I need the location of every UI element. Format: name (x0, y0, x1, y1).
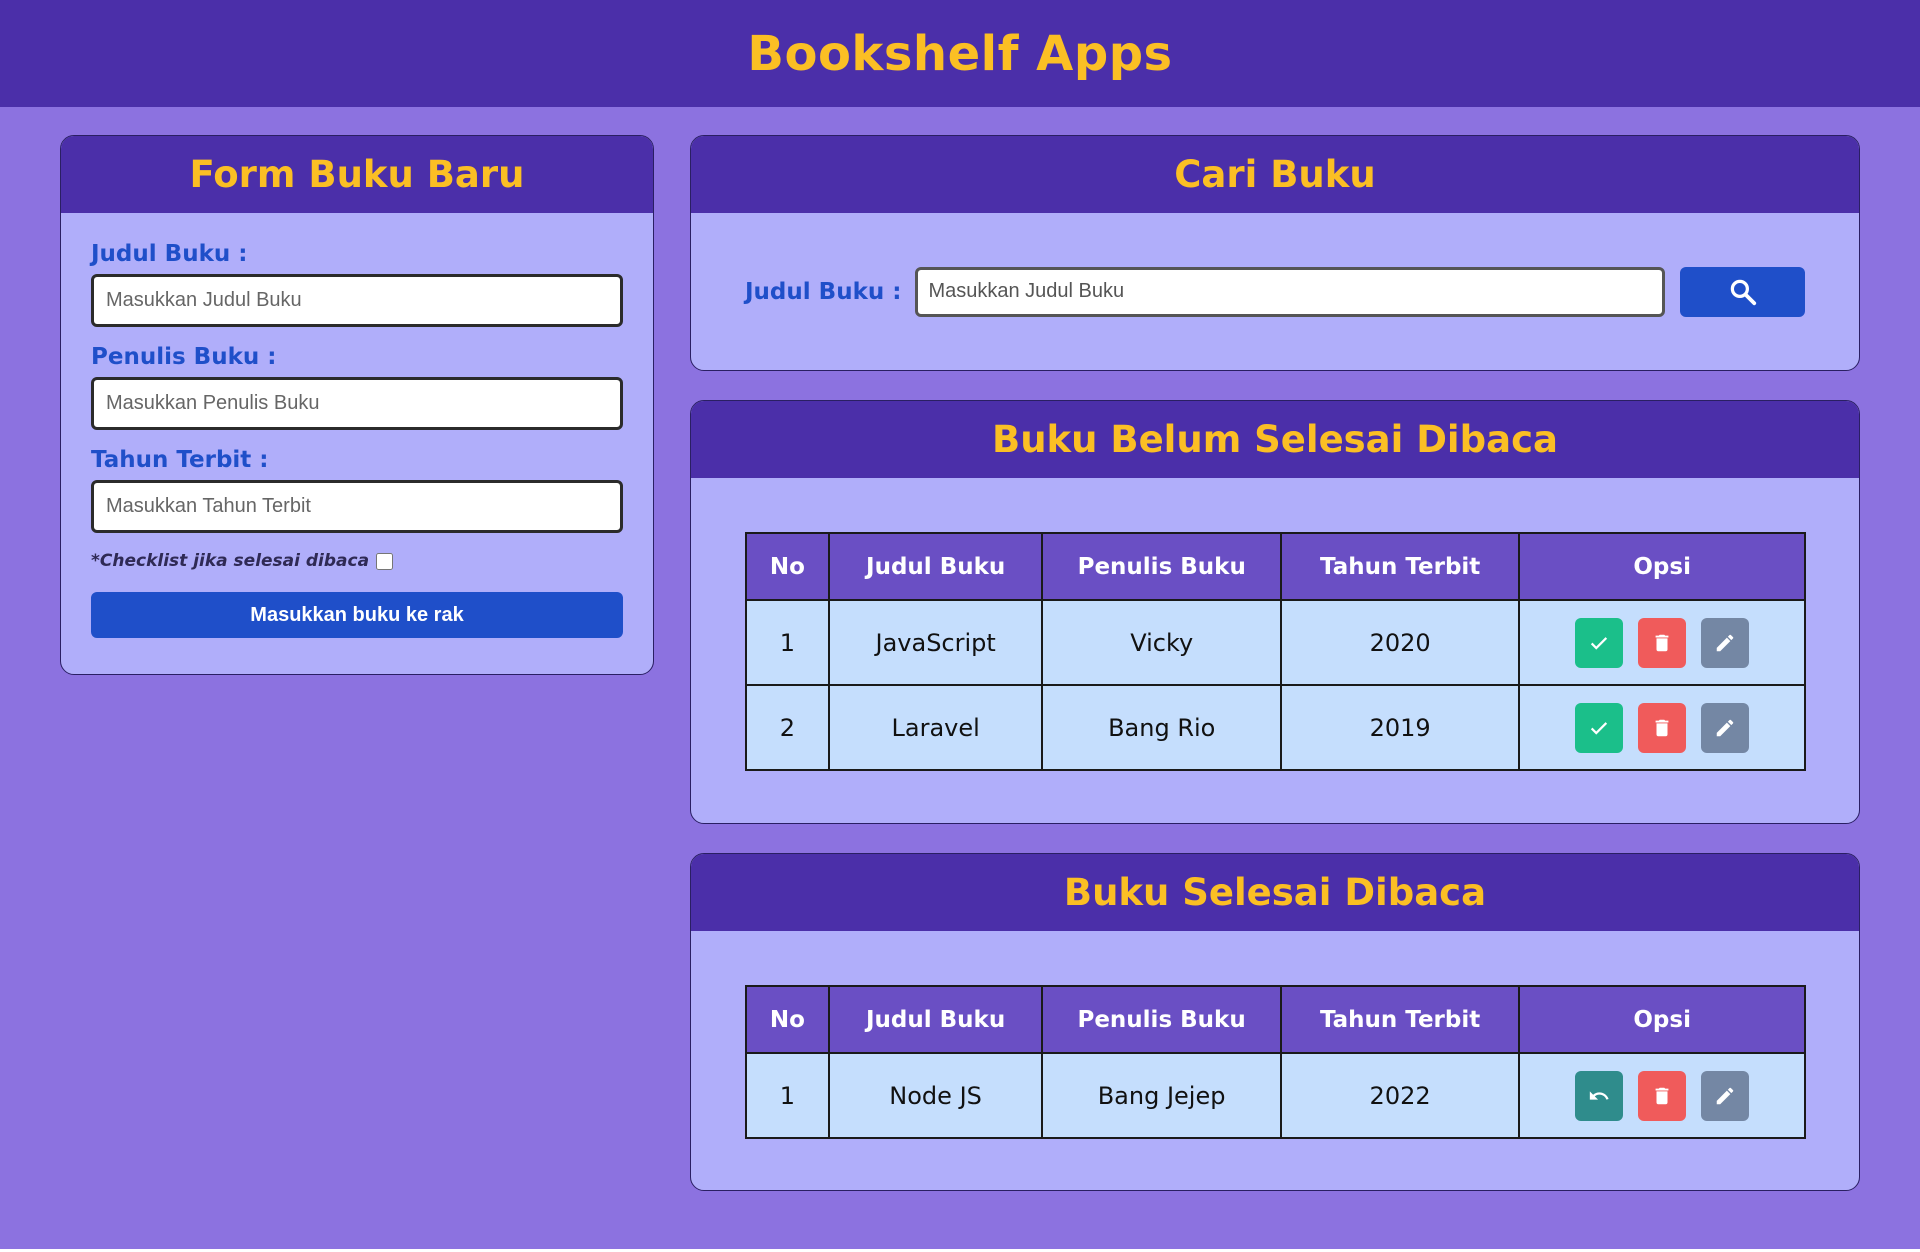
trash-icon (1655, 719, 1669, 736)
table-row: 2 Laravel Bang Rio 2019 (745, 684, 1806, 771)
table-header-row: No Judul Buku Penulis Buku Tahun Terbit … (745, 532, 1806, 601)
undo-icon (1589, 1090, 1609, 1100)
read-table-wrap: No Judul Buku Penulis Buku Tahun Terbit … (691, 931, 1859, 1139)
search-body: Judul Buku : (691, 213, 1859, 370)
new-book-form-card: Form Buku Baru Judul Buku : Penulis Buku… (60, 135, 654, 675)
judul-input[interactable] (91, 274, 623, 327)
col-header-no: No (745, 532, 830, 601)
cell-penulis: Bang Rio (1041, 684, 1282, 771)
unread-books-card: Buku Belum Selesai Dibaca No Judul Buku … (690, 400, 1860, 824)
cell-no: 2 (745, 684, 830, 771)
cell-opsi (1518, 599, 1806, 686)
col-header-penulis: Penulis Buku (1041, 985, 1282, 1054)
table-row: 1 Node JS Bang Jejep 2022 (745, 1052, 1806, 1139)
col-header-judul: Judul Buku (827, 985, 1044, 1054)
app-background: Bookshelf Apps Form Buku Baru Judul Buku… (0, 0, 1920, 1249)
col-header-tahun: Tahun Terbit (1279, 532, 1521, 601)
col-header-penulis: Penulis Buku (1041, 532, 1282, 601)
cell-judul: Node JS (827, 1052, 1044, 1139)
read-books-card: Buku Selesai Dibaca No Judul Buku Penuli… (690, 853, 1860, 1191)
mark-unfinished-button[interactable] (1575, 1070, 1624, 1121)
col-header-judul: Judul Buku (827, 532, 1044, 601)
cell-opsi (1518, 1052, 1806, 1139)
mark-finished-button[interactable] (1575, 702, 1624, 753)
search-input[interactable] (915, 266, 1666, 317)
read-card-header: Buku Selesai Dibaca (691, 854, 1859, 931)
form-card-header: Form Buku Baru (61, 136, 653, 213)
edit-icon (1716, 719, 1734, 736)
top-header: Bookshelf Apps (0, 0, 1920, 107)
search-card: Cari Buku Judul Buku : (690, 135, 1860, 371)
penulis-label: Penulis Buku : (91, 344, 277, 370)
unread-card-title: Buku Belum Selesai Dibaca (992, 418, 1558, 461)
mark-finished-button[interactable] (1575, 617, 1624, 668)
page: Bookshelf Apps Form Buku Baru Judul Buku… (0, 0, 1920, 1252)
submit-book-button[interactable]: Masukkan buku ke rak (91, 592, 623, 638)
table-header-row: No Judul Buku Penulis Buku Tahun Terbit … (745, 985, 1806, 1054)
edit-icon (1716, 1087, 1734, 1104)
penulis-input[interactable] (91, 377, 623, 430)
cell-judul: Laravel (827, 684, 1044, 771)
finished-checkbox-row: *Checklist jika selesai dibaca (91, 546, 623, 576)
col-header-opsi: Opsi (1518, 532, 1806, 601)
unread-table-wrap: No Judul Buku Penulis Buku Tahun Terbit … (691, 478, 1859, 771)
check-icon (1591, 636, 1608, 650)
finished-checkbox[interactable] (376, 552, 394, 570)
search-card-title: Cari Buku (1174, 153, 1376, 196)
col-header-tahun: Tahun Terbit (1279, 985, 1521, 1054)
cell-judul: JavaScript (827, 599, 1044, 686)
finished-checkbox-label: *Checklist jika selesai dibaca (91, 551, 370, 571)
cell-penulis: Bang Jejep (1041, 1052, 1282, 1139)
edit-button[interactable] (1701, 1070, 1750, 1121)
unread-card-header: Buku Belum Selesai Dibaca (691, 401, 1859, 478)
col-header-no: No (745, 985, 830, 1054)
edit-button[interactable] (1701, 702, 1750, 753)
form-body: Judul Buku : Penulis Buku : Tahun Terbit… (61, 213, 653, 638)
read-books-table: No Judul Buku Penulis Buku Tahun Terbit … (745, 985, 1806, 1139)
cell-no: 1 (745, 599, 830, 686)
cell-opsi (1518, 684, 1806, 771)
edit-icon (1716, 634, 1734, 651)
cell-penulis: Vicky (1041, 599, 1282, 686)
tahun-label: Tahun Terbit : (91, 447, 269, 473)
row-actions (1520, 1070, 1804, 1121)
judul-label: Judul Buku : (91, 241, 248, 267)
cell-tahun: 2022 (1279, 1052, 1521, 1139)
delete-button[interactable] (1638, 617, 1687, 668)
search-icon (1730, 279, 1756, 305)
form-card-title: Form Buku Baru (189, 153, 525, 196)
search-button[interactable] (1680, 266, 1805, 317)
unread-books-table: No Judul Buku Penulis Buku Tahun Terbit … (745, 532, 1806, 771)
table-row: 1 JavaScript Vicky 2020 (745, 599, 1806, 686)
row-actions (1520, 702, 1804, 753)
cell-tahun: 2019 (1279, 684, 1521, 771)
read-card-title: Buku Selesai Dibaca (1063, 871, 1487, 914)
row-actions (1520, 617, 1804, 668)
cell-tahun: 2020 (1279, 599, 1521, 686)
search-card-header: Cari Buku (691, 136, 1859, 213)
delete-button[interactable] (1638, 1070, 1687, 1121)
delete-button[interactable] (1638, 702, 1687, 753)
edit-button[interactable] (1701, 617, 1750, 668)
trash-icon (1655, 634, 1669, 651)
search-label: Judul Buku : (745, 278, 902, 305)
check-icon (1591, 721, 1608, 735)
tahun-input[interactable] (91, 480, 623, 533)
trash-icon (1655, 1087, 1669, 1104)
col-header-opsi: Opsi (1518, 985, 1806, 1054)
app-title: Bookshelf Apps (747, 25, 1173, 82)
cell-no: 1 (745, 1052, 830, 1139)
